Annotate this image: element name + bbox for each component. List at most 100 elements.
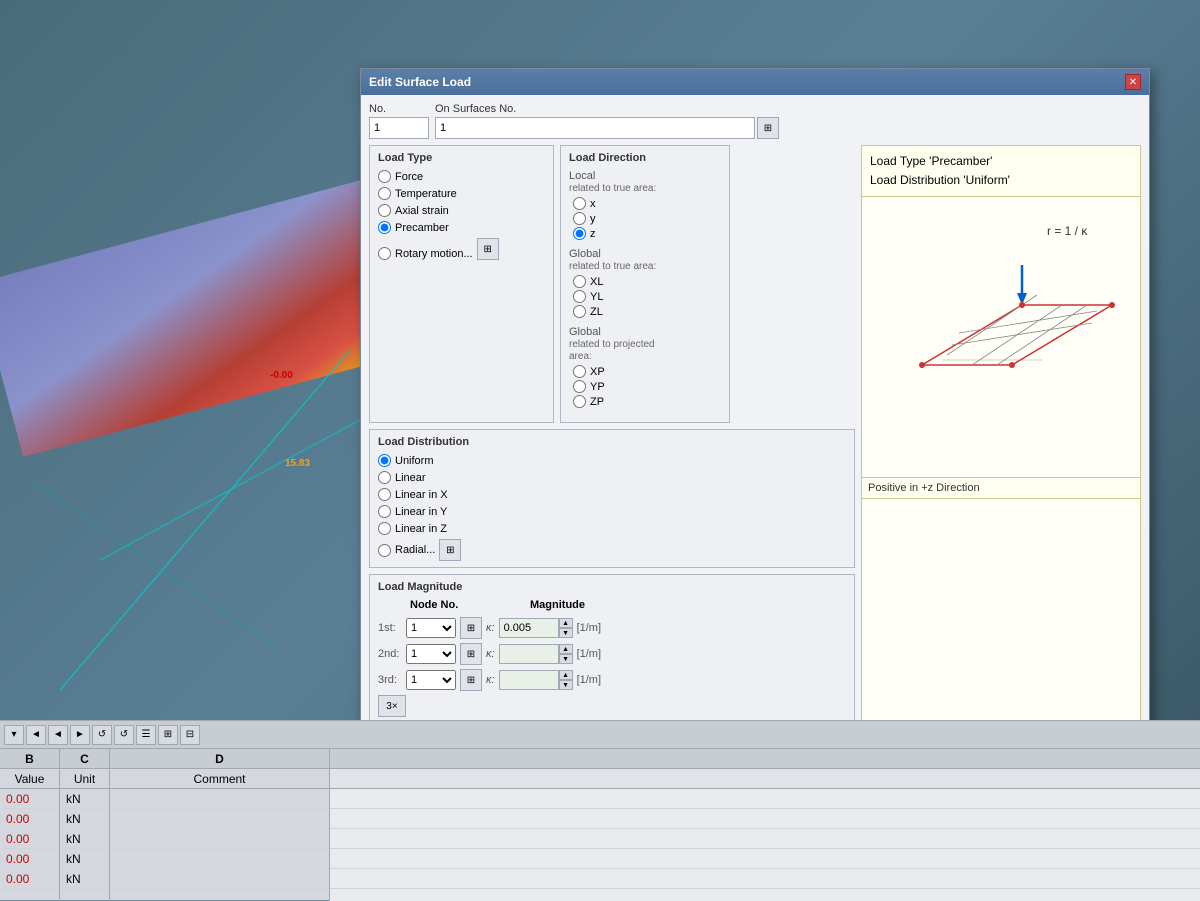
nav-undo[interactable]: ↺ xyxy=(92,725,112,745)
row2-node-picker[interactable]: ⊞ xyxy=(460,643,482,665)
uniform-radio[interactable] xyxy=(378,454,391,467)
dir-x-radio[interactable] xyxy=(573,197,586,210)
col-b-header: B xyxy=(0,749,59,769)
dir-z: z xyxy=(573,227,721,240)
row3-increment[interactable]: ▲ xyxy=(559,670,573,680)
nav-prev[interactable]: ◄ xyxy=(48,725,68,745)
col-c-header: C xyxy=(60,749,109,769)
preview-info-line1: Load Type 'Precamber' xyxy=(870,152,1132,171)
row3-value-input[interactable] xyxy=(499,670,559,690)
dir-y-radio[interactable] xyxy=(573,212,586,225)
global-sublabel: related to true area: xyxy=(569,261,656,272)
dist-linear: Linear xyxy=(378,471,846,484)
nav-calc[interactable]: ⊟ xyxy=(180,725,200,745)
row2-value-input[interactable] xyxy=(499,644,559,664)
nav-next[interactable]: ► xyxy=(70,725,90,745)
row3-decrement[interactable]: ▼ xyxy=(559,680,573,690)
row3-value: 0.00 xyxy=(0,829,59,849)
row2-unit: kN xyxy=(60,809,109,829)
linear-y-radio[interactable] xyxy=(378,505,391,518)
radial-options-button[interactable]: ⊞ xyxy=(439,539,461,561)
radial-radio[interactable] xyxy=(378,544,391,557)
axial-strain-radio[interactable] xyxy=(378,204,391,217)
global-projected-group: Globalrelated to projectedarea: XP YP ZP xyxy=(569,326,721,408)
rotary-radio[interactable] xyxy=(378,247,391,260)
force-radio[interactable] xyxy=(378,170,391,183)
rotary-label: Rotary motion... xyxy=(395,248,473,260)
row3-spinner-buttons: ▲ ▼ xyxy=(559,670,573,690)
row1-unit: kN xyxy=(60,789,109,809)
load-type-temperature: Temperature xyxy=(378,187,545,200)
dist-uniform: Uniform xyxy=(378,454,846,467)
dir-yl-radio[interactable] xyxy=(573,290,586,303)
bottom-toolbar: ▾ ◄ ◄ ► ↺ ↺ ☰ ⊞ ⊟ B Value 0.00 0.00 0.00… xyxy=(0,720,1200,900)
magnitude-row-3: 3rd: 1 ⊞ κ: ▲ ▼ [1/m] xyxy=(378,669,846,691)
linear-radio[interactable] xyxy=(378,471,391,484)
row2-value-spinner: ▲ ▼ xyxy=(499,644,573,664)
dialog-titlebar: Edit Surface Load ✕ xyxy=(361,69,1149,95)
precamber-radio[interactable] xyxy=(378,221,391,234)
row3-node-picker[interactable]: ⊞ xyxy=(460,669,482,691)
row1-increment[interactable]: ▲ xyxy=(559,618,573,628)
row1-decrement[interactable]: ▼ xyxy=(559,628,573,638)
row1-node-picker[interactable]: ⊞ xyxy=(460,617,482,639)
row1-value: 0.00 xyxy=(0,789,59,809)
row4-unit: kN xyxy=(60,849,109,869)
on-surfaces-field-group: On Surfaces No. ⊞ xyxy=(435,103,1141,139)
right-panel: Load Type 'Precamber' Load Distribution … xyxy=(861,145,1141,764)
on-surfaces-input[interactable] xyxy=(435,117,755,139)
row1-spinner-buttons: ▲ ▼ xyxy=(559,618,573,638)
surfaces-picker-button[interactable]: ⊞ xyxy=(757,117,779,139)
temperature-label: Temperature xyxy=(395,188,457,200)
row2-kappa: κ: xyxy=(486,648,495,660)
row2-comment xyxy=(110,809,329,829)
dir-yp: YP xyxy=(573,380,721,393)
dir-xl-radio[interactable] xyxy=(573,275,586,288)
dir-zl-radio[interactable] xyxy=(573,305,586,318)
nav-table[interactable]: ⊞ xyxy=(158,725,178,745)
nav-list[interactable]: ☰ xyxy=(136,725,156,745)
type-direction-row: Load Type Force Temperature xyxy=(369,145,855,423)
nav-prev-prev[interactable]: ◄ xyxy=(26,725,46,745)
row3-order: 3rd: xyxy=(378,674,402,686)
row5-comment xyxy=(110,869,329,889)
dir-zp-radio[interactable] xyxy=(573,395,586,408)
dir-xp-radio[interactable] xyxy=(573,365,586,378)
preview-svg: r = 1 / κ xyxy=(892,205,1132,405)
col-d: D Comment xyxy=(110,749,330,901)
linear-x-radio[interactable] xyxy=(378,488,391,501)
dialog-title: Edit Surface Load xyxy=(369,75,471,89)
dir-yp-radio[interactable] xyxy=(573,380,586,393)
preview-info-line2: Load Distribution 'Uniform' xyxy=(870,171,1132,190)
global-proj-options: XP YP ZP xyxy=(573,365,721,408)
load-direction-title: Load Direction xyxy=(569,152,721,164)
dir-zp: ZP xyxy=(573,395,721,408)
dir-z-radio[interactable] xyxy=(573,227,586,240)
svg-text:r = 1 / κ: r = 1 / κ xyxy=(1047,224,1088,238)
load-magnitude-section: Load Magnitude Node No. Magnitude 1st: 1… xyxy=(369,574,855,724)
row2-decrement[interactable]: ▼ xyxy=(559,654,573,664)
row3-node-select[interactable]: 1 xyxy=(406,670,456,690)
row2-increment[interactable]: ▲ xyxy=(559,644,573,654)
no-input[interactable] xyxy=(369,117,429,139)
row2-node-select[interactable]: 1 xyxy=(406,644,456,664)
col-c-subheader: Unit xyxy=(60,769,109,789)
magnitude-extra-button[interactable]: 3× xyxy=(378,695,406,717)
col-rest xyxy=(330,749,1200,901)
load-type-options: Force Temperature Axial strain xyxy=(378,170,545,260)
linear-z-radio[interactable] xyxy=(378,522,391,535)
preview-info-box: Load Type 'Precamber' Load Distribution … xyxy=(861,145,1141,197)
close-button[interactable]: ✕ xyxy=(1125,74,1141,90)
nav-redo[interactable]: ↺ xyxy=(114,725,134,745)
magnitude-header-label: Magnitude xyxy=(530,599,585,611)
local-label: Localrelated to true area: xyxy=(569,170,721,194)
rotary-options-button[interactable]: ⊞ xyxy=(477,238,499,260)
row1-node-select[interactable]: 1 xyxy=(406,618,456,638)
nav-dropdown[interactable]: ▾ xyxy=(4,725,24,745)
temperature-radio[interactable] xyxy=(378,187,391,200)
row1-value-input[interactable] xyxy=(499,618,559,638)
row1-value-spinner: ▲ ▼ xyxy=(499,618,573,638)
dist-radial: Radial... xyxy=(378,544,435,557)
dir-xl: XL xyxy=(573,275,721,288)
dist-linear-y: Linear in Y xyxy=(378,505,846,518)
